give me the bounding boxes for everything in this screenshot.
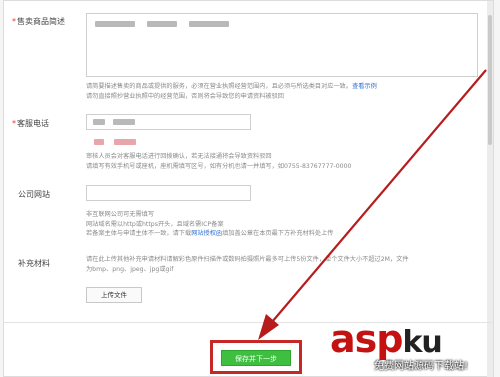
supplement-tip: 请在此上传其他补充申请材料请解彩色原件扫描件或数码拍摄照片最多可上传5份文件，单… — [86, 256, 409, 273]
website-tip: 非互联网公司可无需填写 网站域名需以http或https开头，且域名需ICP备案… — [86, 211, 334, 238]
products-textarea[interactable] — [86, 13, 478, 77]
redacted-text — [94, 139, 104, 145]
redacted-text — [189, 21, 229, 27]
phone-tip: 审核人员会对客服电话进行回拨确认，若无法接通将会导致资料驳回 请填写有效手机号或… — [86, 153, 352, 170]
scroll-thumb[interactable] — [488, 15, 492, 145]
required-mark: * — [12, 119, 16, 128]
redacted-text — [113, 119, 135, 125]
products-label: *售卖商品简述 — [12, 17, 65, 26]
scrollbar[interactable] — [487, 1, 493, 377]
watermark-logo: aspku — [330, 317, 443, 361]
upload-file-button[interactable]: 上传文件 — [86, 287, 142, 303]
phone-label: *客服电话 — [12, 119, 49, 128]
products-tip: 请简要描述售卖的商品或提供的服务，必须在营业执照经营范围内，且必须与所选类目对应… — [86, 83, 377, 100]
supplement-label: 补充材料 — [18, 259, 50, 268]
view-example-link[interactable]: 查看示例 — [352, 83, 377, 90]
redacted-text — [95, 21, 135, 27]
website-input[interactable] — [86, 185, 251, 201]
save-highlight-box: 保存并下一步 — [210, 340, 302, 374]
website-label: 公司网站 — [18, 190, 50, 199]
redacted-text — [114, 139, 136, 145]
watermark-tagline: 免费网站源码下载站! — [374, 361, 469, 372]
authorization-letter-link[interactable]: 网站授权函 — [191, 230, 222, 237]
save-and-next-button[interactable]: 保存并下一步 — [221, 350, 291, 366]
redacted-text — [93, 119, 105, 125]
phone-input[interactable] — [86, 114, 251, 130]
redacted-text — [147, 21, 177, 27]
required-mark: * — [12, 17, 16, 26]
